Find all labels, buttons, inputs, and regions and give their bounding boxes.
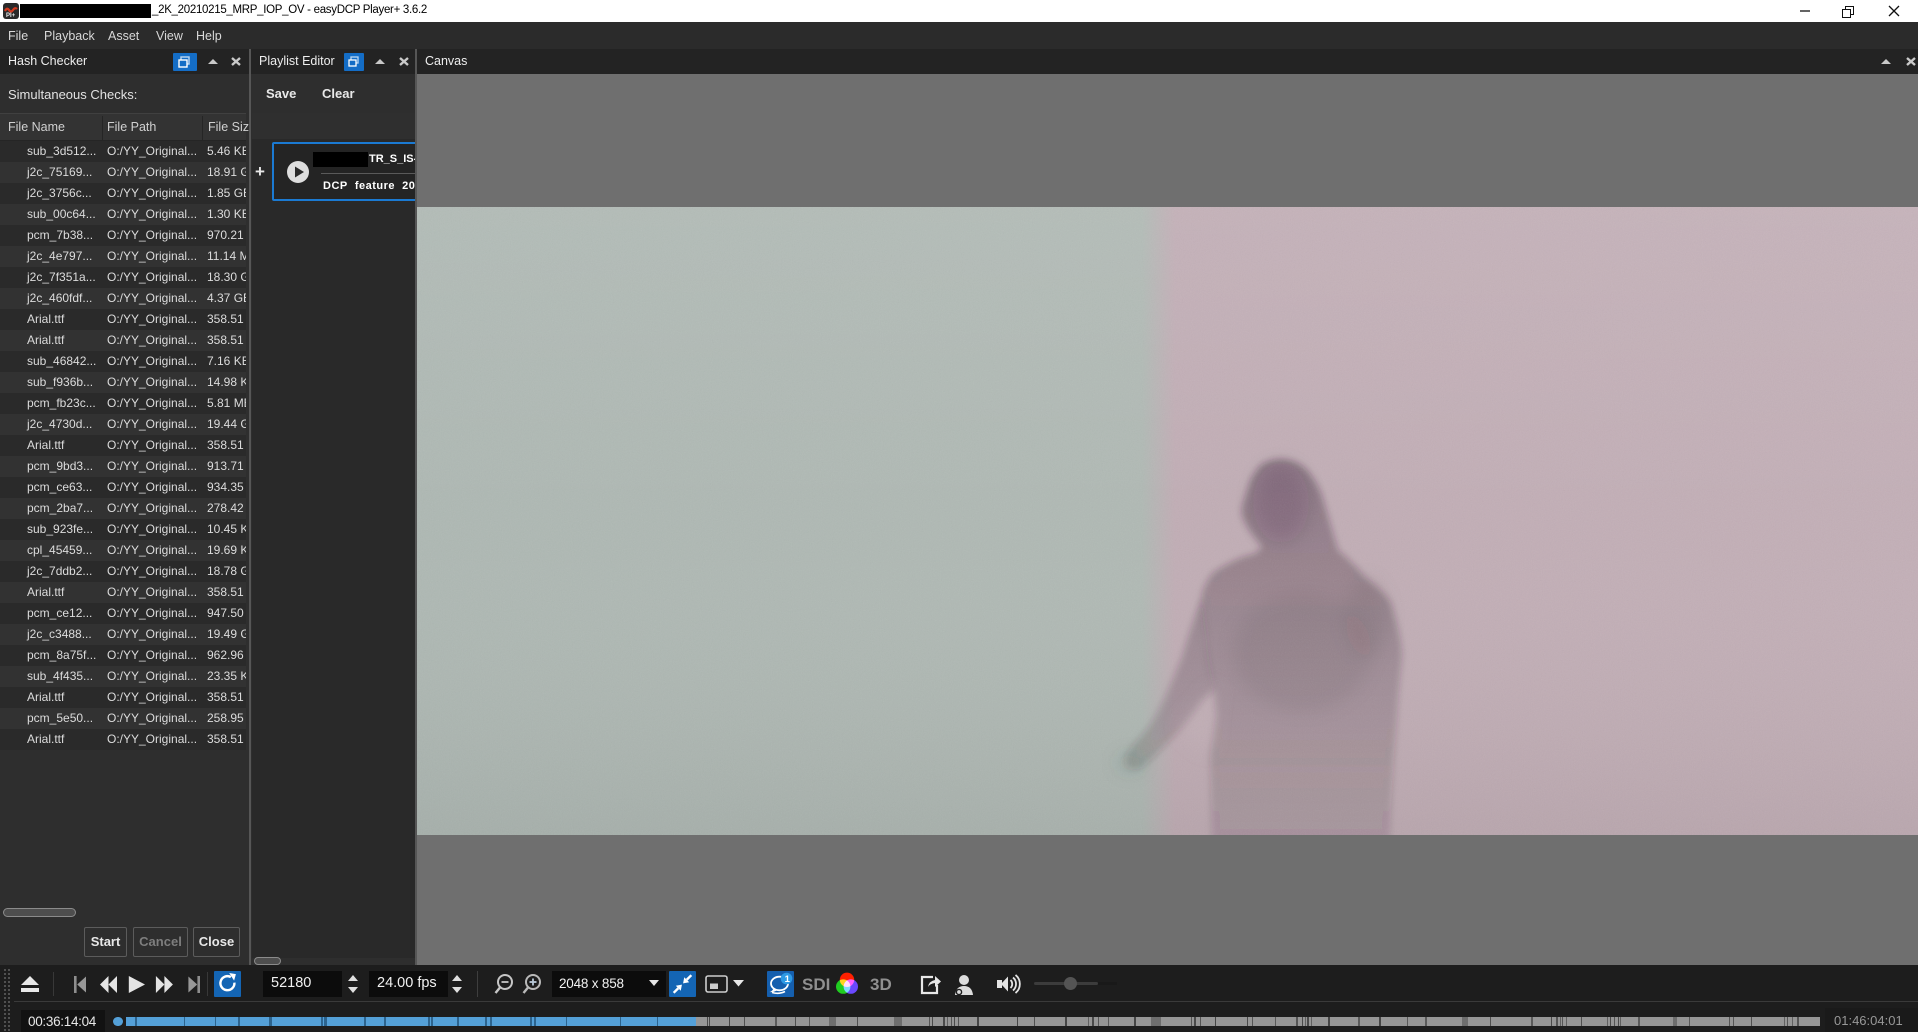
svg-text:1: 1	[785, 974, 791, 985]
